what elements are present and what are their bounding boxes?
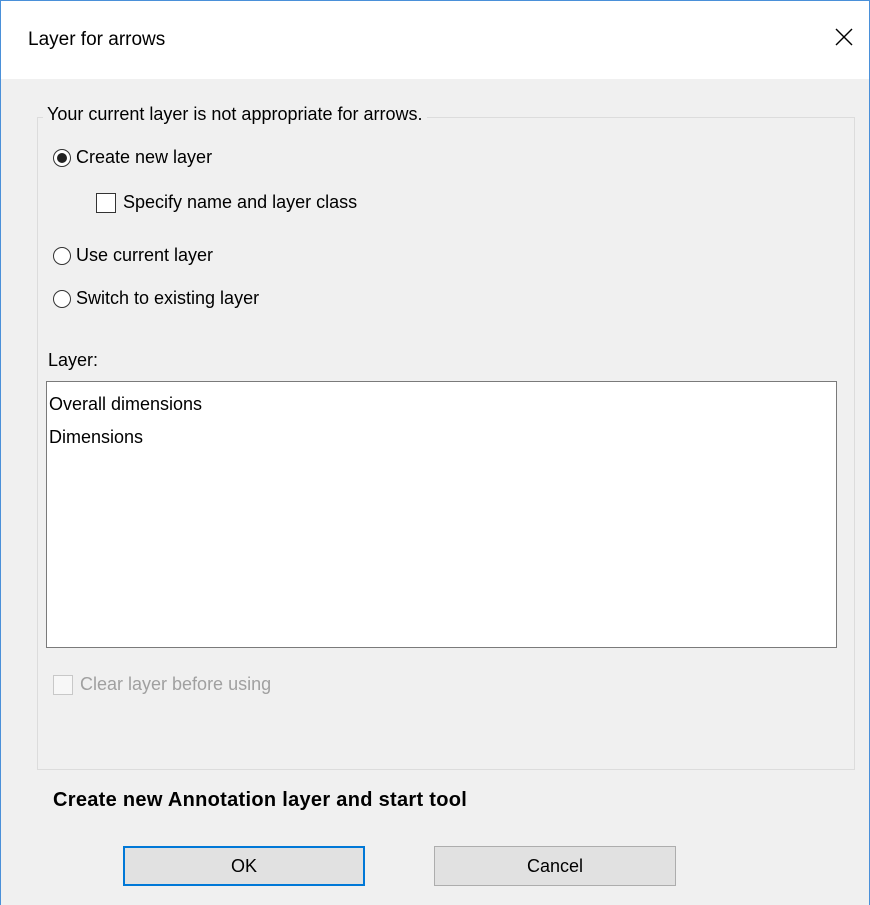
close-icon bbox=[834, 27, 854, 47]
title-bar: Layer for arrows bbox=[1, 0, 869, 79]
list-item[interactable]: Dimensions bbox=[47, 421, 836, 454]
ok-button[interactable]: OK bbox=[123, 846, 365, 886]
radio-label: Switch to existing layer bbox=[76, 288, 260, 308]
radio-indicator[interactable] bbox=[53, 289, 71, 308]
checkbox-box[interactable] bbox=[53, 674, 73, 695]
group-legend: Your current layer is not appropriate fo… bbox=[43, 104, 427, 125]
radio-switch-existing-layer[interactable]: Switch to existing layer bbox=[53, 288, 259, 309]
radio-label: Create new layer bbox=[76, 147, 213, 167]
radio-use-current-layer[interactable]: Use current layer bbox=[53, 245, 213, 266]
radio-selected-dot bbox=[57, 152, 67, 163]
radio-label: Use current layer bbox=[76, 245, 214, 265]
layer-listbox[interactable]: Overall dimensions Dimensions bbox=[46, 381, 837, 648]
dialog-window: Layer for arrows Your current layer is n… bbox=[0, 0, 870, 905]
checkbox-label: Specify name and layer class bbox=[123, 192, 358, 212]
radio-indicator[interactable] bbox=[53, 246, 71, 265]
checkbox-box[interactable] bbox=[96, 192, 116, 213]
checkbox-clear-layer[interactable]: Clear layer before using bbox=[53, 674, 271, 695]
dialog-title: Layer for arrows bbox=[28, 29, 166, 50]
checkbox-label: Clear layer before using bbox=[80, 674, 272, 694]
status-message: Create new Annotation layer and start to… bbox=[53, 789, 468, 811]
checkbox-specify-name[interactable]: Specify name and layer class bbox=[96, 192, 357, 213]
layer-list-label: Layer: bbox=[48, 350, 99, 370]
list-item[interactable]: Overall dimensions bbox=[47, 388, 836, 421]
radio-indicator[interactable] bbox=[53, 148, 71, 167]
cancel-button[interactable]: Cancel bbox=[434, 846, 676, 886]
radio-create-new-layer[interactable]: Create new layer bbox=[53, 147, 212, 168]
close-button[interactable] bbox=[819, 1, 869, 73]
